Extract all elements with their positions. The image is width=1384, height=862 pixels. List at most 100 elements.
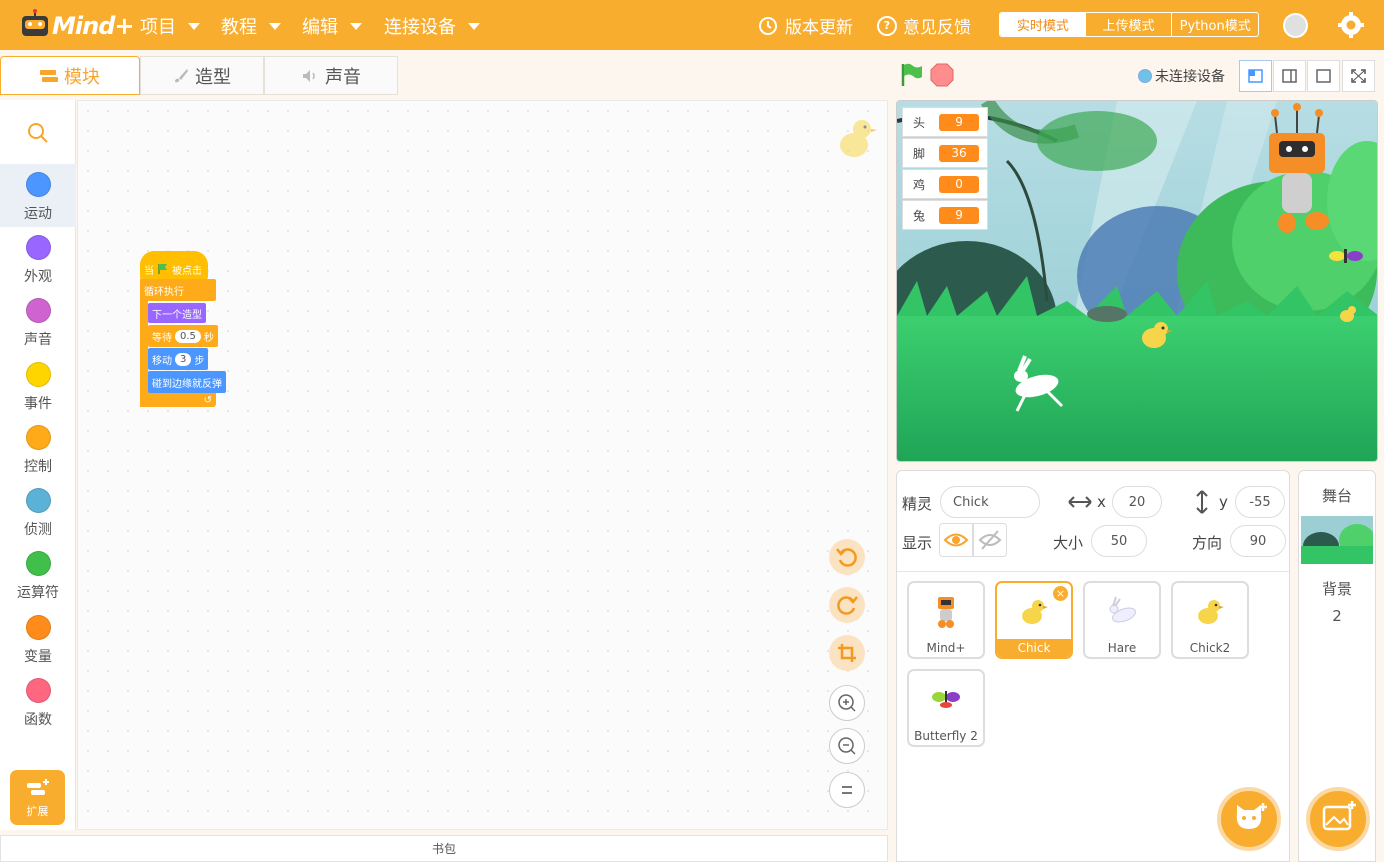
show-visible-button[interactable] [939,523,973,557]
mode-realtime[interactable]: 实时模式 [1000,13,1086,36]
menu-tutorial-label: 教程 [221,17,257,38]
sprite-y-input[interactable]: -55 [1235,486,1285,518]
category-dot [25,615,51,640]
extension-icon [26,779,49,795]
show-hidden-button[interactable] [973,523,1007,557]
category-label: 外观 [24,269,52,285]
category-sensing[interactable]: 侦测 [0,480,76,543]
monitor-label: 兔 [913,208,926,223]
mind-plus-logo[interactable]: Mind+ [18,8,134,44]
next-costume-block[interactable]: 下一个造型 [148,303,206,323]
delete-sprite-close-icon[interactable]: × [1053,586,1068,601]
category-sound[interactable]: 声音 [0,290,76,353]
layout-normal-stage-button[interactable] [1273,60,1306,92]
layout-large-stage-button[interactable] [1307,60,1340,92]
hat-clicked-label: 被点击 [172,265,202,277]
speaker-icon [303,69,315,82]
sprite-card-hare[interactable]: Hare [1083,581,1161,659]
eye-icon [943,533,969,547]
crop-button[interactable] [829,635,865,671]
move-label: 移动 [152,355,172,367]
zoom-reset-button[interactable] [829,772,865,808]
menu-project[interactable]: 项目 [140,13,200,39]
question-icon: ? [877,15,897,36]
sprite-card-name: Hare [1107,641,1137,655]
forever-label: 循环执行 [144,287,184,298]
gear-icon[interactable] [1337,11,1365,39]
redo-button[interactable] [829,587,865,623]
bounce-on-edge-block[interactable]: 碰到边缘就反弹 [148,371,226,393]
wait-block[interactable]: 等待 0.5 秒 [148,325,218,347]
user-avatar[interactable] [1283,13,1308,38]
category-control[interactable]: 控制 [0,417,76,480]
backdrop-count: 2 [1332,607,1342,625]
stage-panel[interactable]: 舞台 背景 2 [1298,470,1376,862]
category-dot [25,551,51,576]
sprite-name-input[interactable] [940,486,1040,518]
feedback-link[interactable]: ? 意见反馈 [877,13,971,38]
category-label: 侦测 [24,522,52,538]
image-add-icon [1322,801,1356,831]
normal-stage-icon [1282,69,1297,83]
large-stage-icon [1316,69,1331,83]
category-functions[interactable]: 函数 [0,670,76,733]
category-variables[interactable]: 变量 [0,607,76,670]
mode-upload[interactable]: 上传模式 [1086,13,1172,36]
zoom-in-button[interactable] [829,685,865,721]
move-steps-input[interactable]: 3 [175,352,192,366]
backpack-bar[interactable]: 书包 [0,835,888,862]
tab-sounds[interactable]: 声音 [264,56,398,95]
sprite-card-chick2[interactable]: Chick2 [1171,581,1249,659]
category-operators[interactable]: 运算符 [0,543,76,606]
fullscreen-button[interactable] [1342,60,1375,92]
green-flag-icon[interactable] [899,62,925,88]
category-label: 事件 [24,396,52,412]
undo-button[interactable] [829,539,865,575]
category-motion[interactable]: 运动 [0,164,76,227]
version-update-link[interactable]: 版本更新 [757,13,853,38]
fullscreen-icon [1351,69,1366,83]
code-workspace[interactable]: 当 被点击 循环执行 ↺ 下一个造型 等待 0.5 秒 移动 3 步 碰到边缘就… [77,100,888,830]
category-events[interactable]: 事件 [0,354,76,417]
sprite-card-butterfly2[interactable]: Butterfly 2 [907,669,985,747]
add-backdrop-button[interactable] [1306,787,1370,851]
hat-block-when-flag-clicked[interactable]: 当 被点击 [140,251,208,279]
backpack-label: 书包 [431,842,456,856]
wait-seconds-input[interactable]: 0.5 [175,329,201,343]
x-label: x [1097,493,1106,511]
direction-label: 方向 [1192,534,1223,552]
menu-edit[interactable]: 编辑 [302,13,362,39]
sprite-direction-input[interactable]: 90 [1230,525,1286,557]
menu-connect-device[interactable]: 连接设备 [384,13,480,39]
category-looks[interactable]: 外观 [0,227,76,290]
category-dot [25,425,51,450]
category-label: 函数 [24,712,52,728]
add-sprite-button[interactable] [1217,787,1281,851]
category-search[interactable] [0,100,76,163]
layout-small-stage-button[interactable] [1239,60,1272,92]
tab-costumes-label: 造型 [195,66,231,88]
sprite-card-chick[interactable]: Chick × [995,581,1073,659]
move-steps-block[interactable]: 移动 3 步 [148,348,209,370]
tab-sounds-label: 声音 [325,66,361,88]
y-label: y [1219,493,1228,511]
menu-tutorial[interactable]: 教程 [221,13,281,39]
category-dot [25,488,51,513]
butterfly-thumbnail-icon [932,691,960,708]
tab-blocks[interactable]: 模块 [0,56,140,95]
loop-arrow-icon: ↺ [203,395,212,406]
sprite-card-mindplus[interactable]: Mind+ [907,581,985,659]
monitor-value: 9 [939,113,980,131]
sprite-x-input[interactable]: 20 [1112,486,1162,518]
category-dot [25,362,51,387]
mode-python[interactable]: Python模式 [1171,13,1258,36]
tab-costumes[interactable]: 造型 [140,56,264,95]
backdrop-label: 背景 [1321,580,1352,598]
extensions-button[interactable]: 扩展 [10,770,65,825]
zoom-out-button[interactable] [829,728,865,764]
sprite-size-input[interactable]: 50 [1091,525,1147,557]
monitor-chickens: 鸡0 [902,169,988,199]
redo-icon [837,596,858,615]
chick-thumbnail-icon [1198,600,1224,624]
stop-icon[interactable] [929,62,955,88]
